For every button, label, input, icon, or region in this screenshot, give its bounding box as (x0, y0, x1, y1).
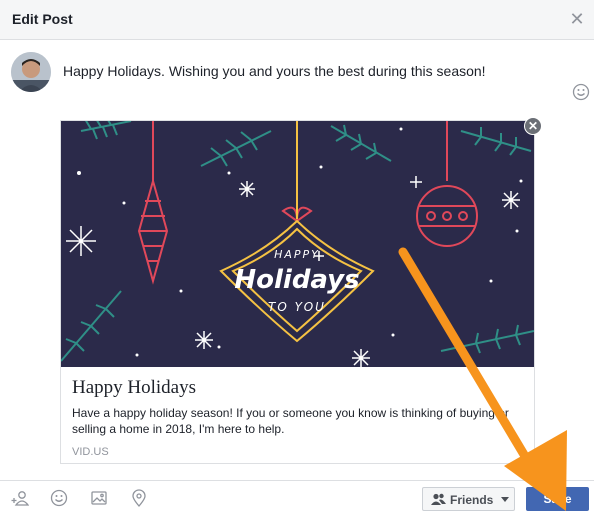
audience-selector-button[interactable]: Friends (422, 487, 515, 511)
save-button[interactable]: Save (526, 487, 589, 511)
audience-label: Friends (450, 493, 494, 507)
card-image: HAPPY Holidays TO YOU (61, 121, 534, 367)
edit-post-dialog: Edit Post ✕ Happy Holidays. Wishing you … (0, 0, 594, 517)
remove-preview-icon[interactable]: ✕ (524, 117, 542, 135)
card-domain: VID.US (72, 446, 109, 458)
chevron-down-icon (501, 497, 509, 502)
emoji-icon[interactable] (572, 83, 590, 101)
feeling-icon[interactable] (50, 489, 68, 507)
friends-icon (431, 493, 446, 508)
link-preview-card[interactable]: HAPPY Holidays TO YOU Happy Holidays Hav… (60, 120, 535, 464)
card-image-line2: Holidays (234, 265, 359, 295)
avatar (11, 52, 51, 92)
card-image-line1: HAPPY (274, 248, 320, 261)
post-text[interactable]: Happy Holidays. Wishing you and yours th… (63, 63, 486, 79)
card-title: Happy Holidays (72, 377, 197, 398)
card-image-line3: TO YOU (268, 300, 326, 314)
card-description: Have a happy holiday season! If you or s… (72, 406, 509, 436)
location-icon[interactable] (130, 489, 148, 507)
dialog-header: Edit Post ✕ (0, 0, 594, 40)
tag-friends-icon[interactable] (11, 489, 30, 507)
photo-icon[interactable] (90, 489, 108, 507)
dialog-title: Edit Post (12, 11, 73, 27)
close-icon[interactable]: ✕ (568, 10, 586, 28)
